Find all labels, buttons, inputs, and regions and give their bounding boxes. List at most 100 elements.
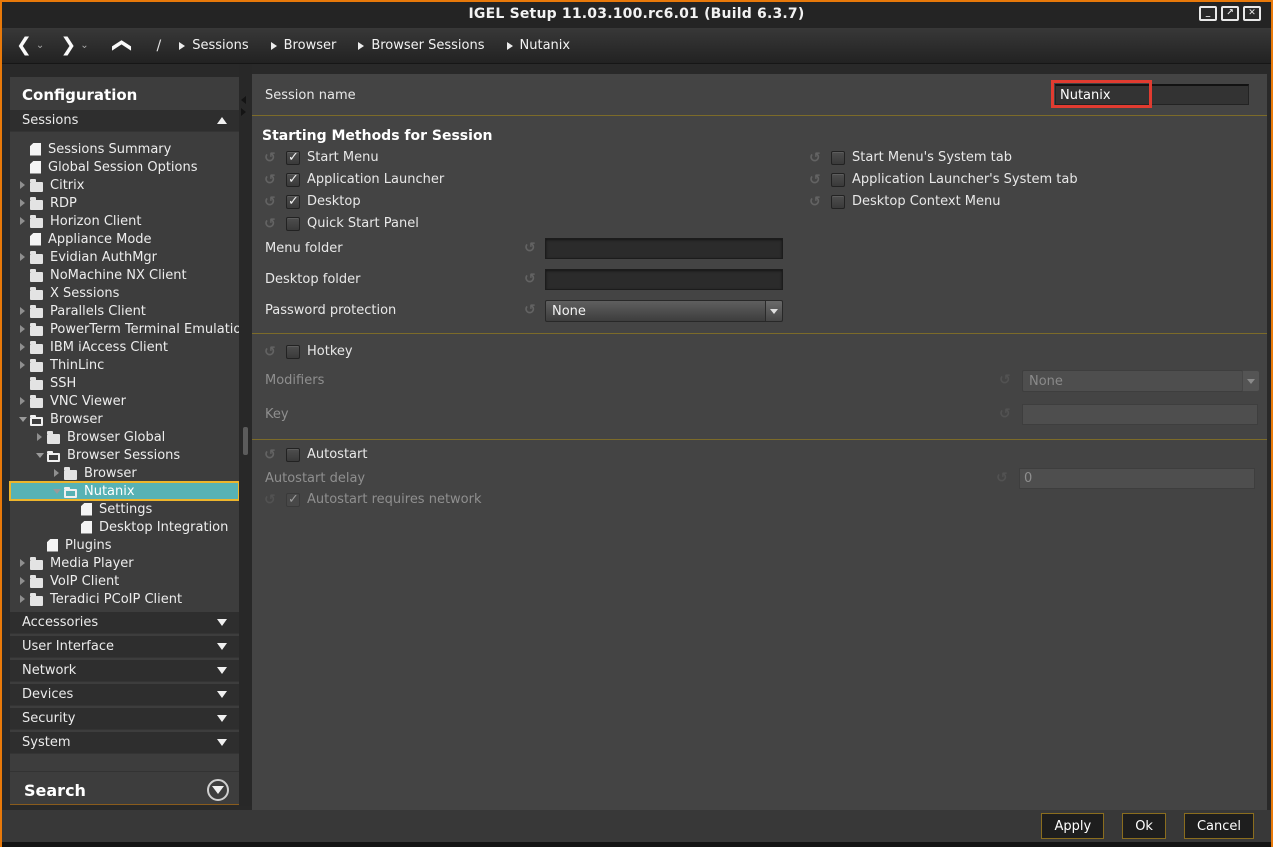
sidebar-section-user-interface[interactable]: User Interface [10, 636, 239, 658]
tree-item-appliance-mode[interactable]: Appliance Mode [10, 230, 239, 248]
reset-icon[interactable]: ↺ [809, 195, 825, 209]
tree-item-x-sessions[interactable]: X Sessions [10, 284, 239, 302]
tree-item-teradici-pcoip-client[interactable]: Teradici PCoIP Client [10, 590, 239, 608]
tree-item-ibm-iaccess-client[interactable]: IBM iAccess Client [10, 338, 239, 356]
up-level-icon[interactable]: ❯ [111, 38, 130, 54]
checkbox-application-launcher[interactable] [286, 173, 300, 187]
checkbox-start-menu[interactable] [286, 151, 300, 165]
expand-icon[interactable] [18, 595, 27, 603]
sidebar-section-security[interactable]: Security [10, 708, 239, 730]
checkbox-application-launcher-s-system-tab[interactable] [831, 173, 845, 187]
cancel-button[interactable]: Cancel [1184, 813, 1254, 839]
tree-item-browser-sessions[interactable]: Browser Sessions [10, 446, 239, 464]
expand-icon[interactable] [52, 469, 61, 477]
search-section[interactable]: Search [10, 771, 239, 808]
reset-icon[interactable]: ↺ [524, 303, 540, 317]
reset-icon[interactable]: ↺ [264, 151, 280, 165]
reset-icon[interactable]: ↺ [809, 173, 825, 187]
reset-icon[interactable]: ↺ [524, 272, 540, 286]
checkbox-hotkey[interactable] [286, 345, 300, 359]
expand-icon[interactable] [18, 361, 27, 369]
tree-item-vnc-viewer[interactable]: VNC Viewer [10, 392, 239, 410]
tree-item-browser[interactable]: Browser [10, 410, 239, 428]
tree-item-evidian-authmgr[interactable]: Evidian AuthMgr [10, 248, 239, 266]
tree-item-rdp[interactable]: RDP [10, 194, 239, 212]
sidebar-section-sessions[interactable]: Sessions [10, 110, 239, 132]
expand-icon[interactable] [18, 199, 27, 207]
breadcrumb-item-sessions[interactable]: Sessions [179, 38, 248, 53]
reset-icon[interactable]: ↺ [264, 448, 280, 462]
tree-item-powerterm-terminal-emulation[interactable]: PowerTerm Terminal Emulation [10, 320, 239, 338]
desktop-folder-input[interactable] [545, 269, 783, 290]
reset-icon[interactable]: ↺ [264, 345, 280, 359]
reset-icon[interactable]: ↺ [524, 241, 540, 255]
tree-item-ssh[interactable]: SSH [10, 374, 239, 392]
tree-item-horizon-client[interactable]: Horizon Client [10, 212, 239, 230]
sidebar-section-accessories[interactable]: Accessories [10, 612, 239, 634]
collapse-icon[interactable] [18, 417, 27, 422]
session-name-input[interactable] [1055, 84, 1249, 105]
breadcrumb-item-nutanix[interactable]: Nutanix [507, 38, 571, 53]
expand-icon[interactable] [18, 559, 27, 567]
tree-item-nomachine-nx-client[interactable]: NoMachine NX Client [10, 266, 239, 284]
splitter[interactable] [239, 64, 252, 806]
breadcrumb-item-browser-sessions[interactable]: Browser Sessions [358, 38, 484, 53]
tree-item-global-session-options[interactable]: Global Session Options [10, 158, 239, 176]
collapse-icon[interactable] [52, 489, 61, 494]
expand-icon[interactable] [18, 577, 27, 585]
window-title: IGEL Setup 11.03.100.rc6.01 (Build 6.3.7… [2, 6, 1271, 22]
reset-icon[interactable]: ↺ [264, 217, 280, 231]
titlebar[interactable]: IGEL Setup 11.03.100.rc6.01 (Build 6.3.7… [2, 2, 1271, 28]
tree-item-voip-client[interactable]: VoIP Client [10, 572, 239, 590]
forward-history-caret-icon[interactable]: ⌄ [80, 40, 88, 51]
sidebar-section-network[interactable]: Network [10, 660, 239, 682]
collapse-right-icon[interactable] [241, 108, 246, 116]
reset-icon[interactable]: ↺ [264, 195, 280, 209]
menu-folder-input[interactable] [545, 238, 783, 259]
forward-icon[interactable]: ❯ [60, 36, 76, 55]
expand-icon[interactable] [18, 343, 27, 351]
tree-item-sessions-summary[interactable]: Sessions Summary [10, 140, 239, 158]
collapse-left-icon[interactable] [241, 96, 246, 104]
tree-item-citrix[interactable]: Citrix [10, 176, 239, 194]
checkbox-desktop-context-menu[interactable] [831, 195, 845, 209]
checkbox-autostart[interactable] [286, 448, 300, 462]
ok-button[interactable]: Ok [1122, 813, 1166, 839]
minimize-icon[interactable]: _ [1199, 6, 1217, 21]
sidebar-section-devices[interactable]: Devices [10, 684, 239, 706]
sidebar-section-system[interactable]: System [10, 732, 239, 754]
breadcrumb-item-browser[interactable]: Browser [271, 38, 337, 53]
reset-icon[interactable]: ↺ [809, 151, 825, 165]
expand-icon[interactable] [18, 397, 27, 405]
expand-icon[interactable] [18, 325, 27, 333]
tree-item-plugins[interactable]: Plugins [10, 536, 239, 554]
tree-item-browser-global[interactable]: Browser Global [10, 428, 239, 446]
expand-icon[interactable] [35, 433, 44, 441]
sidebar-scrollbar-thumb[interactable] [243, 427, 248, 455]
maximize-icon[interactable]: ↗ [1221, 6, 1239, 21]
tree-item-parallels-client[interactable]: Parallels Client [10, 302, 239, 320]
back-icon[interactable]: ❮ [16, 36, 32, 55]
tree-item-desktop-integration[interactable]: Desktop Integration [10, 518, 239, 536]
expand-icon[interactable] [18, 253, 27, 261]
tree-item-media-player[interactable]: Media Player [10, 554, 239, 572]
expand-icon[interactable] [18, 307, 27, 315]
tree-item-nutanix[interactable]: Nutanix [10, 482, 239, 500]
checkbox-quick-start-panel[interactable] [286, 217, 300, 231]
expand-icon[interactable] [18, 217, 27, 225]
tree-item-browser[interactable]: Browser [10, 464, 239, 482]
password-protection-select[interactable]: None [545, 300, 783, 322]
checkbox-desktop[interactable] [286, 195, 300, 209]
back-history-caret-icon[interactable]: ⌄ [36, 40, 44, 51]
dropdown-arrow-icon[interactable] [765, 301, 782, 321]
reset-icon[interactable]: ↺ [264, 173, 280, 187]
collapse-icon[interactable] [35, 453, 44, 458]
tree-item-settings[interactable]: Settings [10, 500, 239, 518]
search-expand-button[interactable] [207, 779, 229, 801]
close-icon[interactable]: ✕ [1243, 6, 1261, 21]
tree-item-thinlinc[interactable]: ThinLinc [10, 356, 239, 374]
expand-icon[interactable] [18, 181, 27, 189]
splitter-arrows[interactable] [241, 96, 246, 116]
checkbox-start-menu-s-system-tab[interactable] [831, 151, 845, 165]
apply-button[interactable]: Apply [1041, 813, 1104, 839]
